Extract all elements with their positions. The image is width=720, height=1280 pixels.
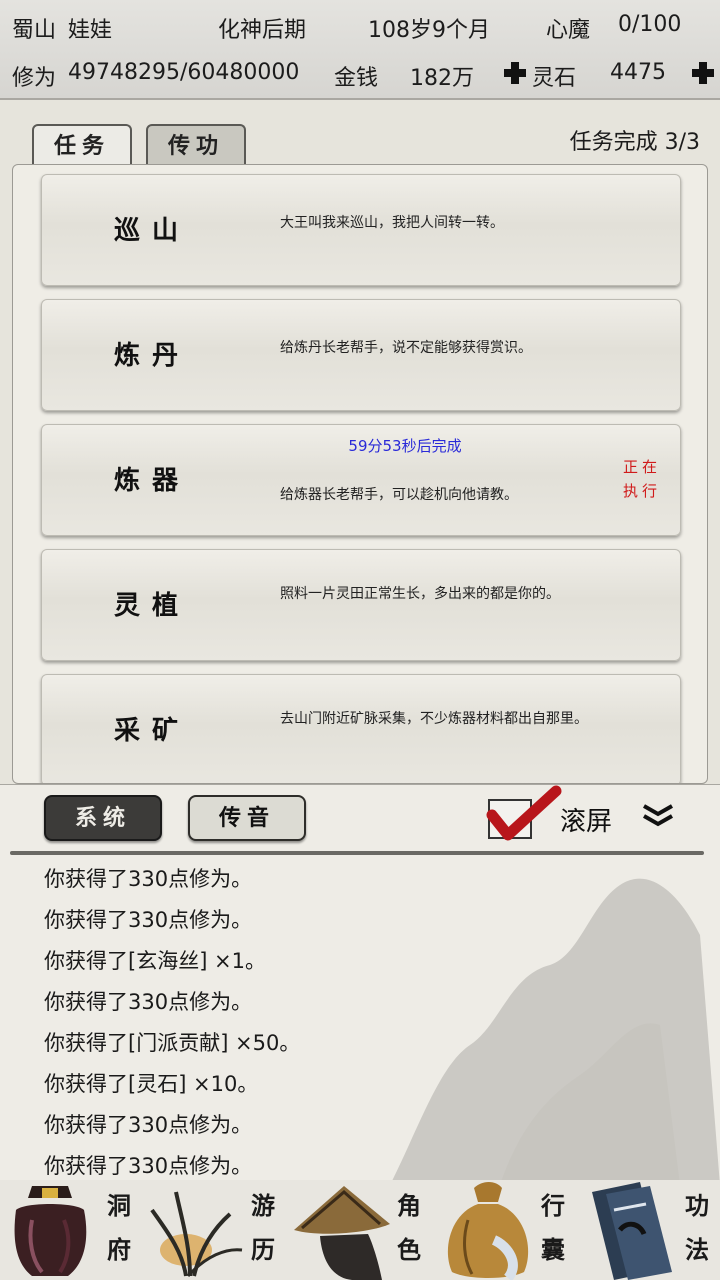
task-description: 大王叫我来巡山，我把人间转一转。 bbox=[280, 215, 504, 231]
realm-level: 化神后期 bbox=[218, 18, 307, 43]
double-chevron-down-icon[interactable] bbox=[640, 803, 676, 827]
task-progress-label: 任务完成 bbox=[569, 130, 658, 155]
cultivation-label: 修为 bbox=[12, 66, 57, 91]
spirit-stone-value: 4475 bbox=[610, 60, 666, 85]
straw-hat-icon bbox=[294, 1186, 390, 1280]
log-line: 你获得了330点修为。 bbox=[44, 867, 253, 891]
task-card-forging[interactable]: 59分53秒后完成 炼器 给炼器长老帮手，可以趁机向他请教。 正在 执行 bbox=[41, 424, 681, 536]
task-description: 去山门附近矿脉采集，不少炼器材料都出自那里。 bbox=[280, 711, 588, 727]
money-value: 182万 bbox=[410, 66, 474, 91]
nav-character[interactable]: 角 色 bbox=[292, 1180, 438, 1280]
nav-skills[interactable]: 功 法 bbox=[584, 1180, 720, 1280]
task-card-alchemy[interactable]: 炼丹 给炼丹长老帮手，说不定能够获得赏识。 bbox=[41, 299, 681, 411]
heart-demon-value: 0/100 bbox=[618, 12, 682, 37]
add-money-icon[interactable] bbox=[504, 62, 526, 84]
check-mark-icon bbox=[486, 785, 562, 841]
nav-label-top: 游 bbox=[251, 1191, 275, 1220]
task-description: 照料一片灵田正常生长，多出来的都是你的。 bbox=[280, 586, 560, 602]
task-name: 炼丹 bbox=[113, 341, 190, 371]
task-name: 炼器 bbox=[113, 466, 190, 496]
task-description: 给炼器长老帮手，可以趁机向他请教。 bbox=[280, 487, 518, 503]
heart-demon-label: 心魔 bbox=[546, 18, 591, 43]
log-line: 你获得了[灵石] ×10。 bbox=[44, 1072, 259, 1096]
tab-transmission[interactable]: 传功 bbox=[146, 124, 246, 166]
task-card-patrol[interactable]: 巡山 大王叫我来巡山，我把人间转一转。 bbox=[41, 174, 681, 286]
task-card-herb[interactable]: 灵植 照料一片灵田正常生长，多出来的都是你的。 bbox=[41, 549, 681, 661]
task-running-status: 正在 执行 bbox=[622, 458, 661, 500]
tab-voice-message[interactable]: 传音 bbox=[188, 795, 306, 841]
log-line: 你获得了330点修为。 bbox=[44, 1113, 253, 1137]
task-name: 采矿 bbox=[113, 716, 190, 746]
nav-label-bottom: 色 bbox=[397, 1235, 421, 1264]
money-label: 金钱 bbox=[334, 66, 379, 91]
nav-label-top: 功 bbox=[685, 1191, 709, 1220]
nav-label-top: 洞 bbox=[107, 1191, 131, 1220]
nav-label-bottom: 法 bbox=[685, 1235, 709, 1264]
log-line: 你获得了330点修为。 bbox=[44, 908, 253, 932]
status-header: 蜀山 娃娃 化神后期 108岁9个月 心魔 0/100 修为 49748295/… bbox=[0, 0, 720, 100]
log-lines: 你获得了330点修为。 你获得了330点修为。 你获得了[玄海丝] ×1。 你获… bbox=[44, 859, 644, 1180]
task-name: 巡山 bbox=[113, 216, 190, 246]
player-age: 108岁9个月 bbox=[368, 18, 490, 43]
nav-inventory[interactable]: 行 囊 bbox=[438, 1180, 584, 1280]
nav-label-top: 角 bbox=[397, 1191, 421, 1220]
add-spirit-stone-icon[interactable] bbox=[692, 62, 714, 84]
bottom-nav: 洞 府 游 历 角 色 行 囊 功 法 bbox=[0, 1180, 720, 1280]
task-card-mining[interactable]: 采矿 去山门附近矿脉采集，不少炼器材料都出自那里。 bbox=[41, 674, 681, 783]
player-name: 娃娃 bbox=[68, 18, 113, 43]
task-timer: 59分53秒后完成 bbox=[348, 437, 462, 455]
tab-tasks[interactable]: 任务 bbox=[32, 124, 132, 166]
task-progress: 任务完成 3/3 bbox=[500, 124, 700, 156]
nav-travel[interactable]: 游 历 bbox=[146, 1180, 292, 1280]
grass-icon bbox=[150, 1191, 243, 1278]
nav-label-top: 行 bbox=[541, 1191, 565, 1220]
task-description: 给炼丹长老帮手，说不定能够获得赏识。 bbox=[280, 340, 532, 356]
task-progress-value: 3/3 bbox=[664, 130, 700, 155]
bag-icon bbox=[447, 1182, 529, 1280]
nav-label-bottom: 历 bbox=[251, 1235, 275, 1264]
nav-label-bottom: 府 bbox=[107, 1235, 131, 1264]
lantern-icon bbox=[14, 1186, 87, 1276]
tab-system[interactable]: 系统 bbox=[44, 795, 162, 841]
nav-label-bottom: 囊 bbox=[541, 1235, 565, 1264]
auto-scroll-label: 滚屏 bbox=[560, 807, 613, 837]
message-log: 系统 传音 滚屏 你获得了330点修为。 你获得了330点修为。 你获得了[玄海… bbox=[0, 784, 720, 1180]
log-line: 你获得了[门派贡献] ×50。 bbox=[44, 1031, 301, 1055]
log-line: 你获得了[玄海丝] ×1。 bbox=[44, 949, 267, 973]
task-list: 巡山 大王叫我来巡山，我把人间转一转。 炼丹 给炼丹长老帮手，说不定能够获得赏识… bbox=[12, 164, 708, 784]
spirit-stone-label: 灵石 bbox=[532, 66, 577, 91]
log-line: 你获得了330点修为。 bbox=[44, 1154, 253, 1178]
nav-cave-dwelling[interactable]: 洞 府 bbox=[0, 1180, 146, 1280]
task-name: 灵植 bbox=[113, 591, 190, 621]
cultivation-value: 49748295/60480000 bbox=[68, 60, 300, 85]
book-icon bbox=[592, 1182, 672, 1280]
log-line: 你获得了330点修为。 bbox=[44, 990, 253, 1014]
log-divider bbox=[10, 851, 704, 855]
sect-name: 蜀山 bbox=[12, 18, 57, 43]
